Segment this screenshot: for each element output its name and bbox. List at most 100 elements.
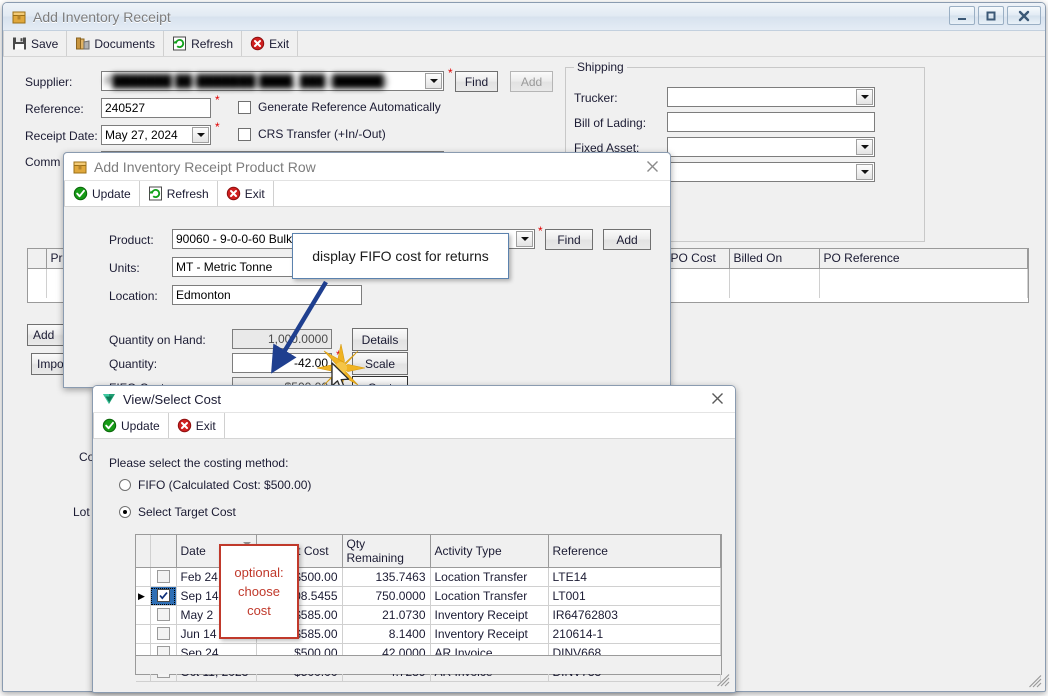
crs-transfer-checkbox-row[interactable]: CRS Transfer (+In/-Out): [238, 127, 386, 141]
cost-col-date-label: Date: [180, 544, 206, 558]
row-reference: IR64762803: [548, 605, 721, 625]
cost-col-reference[interactable]: Reference: [548, 535, 721, 568]
red-callout-line-2: choose: [238, 584, 280, 599]
main-window-toolbar: Save Documents Refresh Exit: [3, 31, 1045, 57]
grid-col-selector[interactable]: [28, 249, 47, 269]
row-checkbox-cell[interactable]: [150, 624, 177, 644]
cost-window-close-button[interactable]: [710, 391, 725, 409]
row-activity-type: Inventory Receipt: [430, 605, 549, 625]
chevron-down-icon[interactable]: [192, 127, 209, 143]
select-target-cost-radio-row[interactable]: Select Target Cost: [119, 505, 236, 519]
row-checkbox[interactable]: [156, 570, 170, 583]
supplier-add-button[interactable]: Add: [510, 71, 553, 92]
cost-exit-button[interactable]: Exit: [169, 413, 225, 438]
row-checkbox[interactable]: [156, 589, 170, 602]
screen-root: Add Inventory Receipt Save Documents Ref…: [0, 0, 1048, 696]
chevron-down-icon[interactable]: [856, 164, 873, 180]
save-floppy-icon: [12, 36, 27, 51]
cost-update-button[interactable]: Update: [93, 413, 169, 438]
refresh-label: Refresh: [191, 36, 234, 51]
cost-update-label: Update: [121, 418, 160, 433]
fifo-radio-label: FIFO (Calculated Cost: $500.00): [138, 478, 312, 492]
generate-reference-checkbox-row[interactable]: Generate Reference Automatically: [238, 100, 441, 114]
main-window-titlebar[interactable]: Add Inventory Receipt: [3, 3, 1045, 31]
generate-reference-checkbox[interactable]: [238, 100, 251, 114]
crs-transfer-label: CRS Transfer (+In/-Out): [258, 127, 386, 141]
cost-window-toolbar: Update Exit: [93, 413, 735, 439]
shipping-extra-input[interactable]: [667, 162, 875, 182]
location-input[interactable]: Edmonton: [172, 285, 362, 305]
select-target-cost-label: Select Target Cost: [138, 505, 236, 519]
main-window-resize-grip[interactable]: [1029, 675, 1042, 688]
close-button[interactable]: [1007, 6, 1041, 25]
cost-col-activity-type[interactable]: Activity Type: [430, 535, 549, 568]
quantity-input[interactable]: -42.00: [232, 353, 332, 373]
scale-button[interactable]: Scale: [352, 352, 408, 375]
reference-input[interactable]: 240527: [101, 98, 211, 118]
units-label: Units:: [109, 261, 140, 275]
product-row-exit-button[interactable]: Exit: [218, 181, 274, 206]
product-add-button[interactable]: Add: [603, 229, 651, 250]
save-button[interactable]: Save: [3, 31, 68, 56]
maximize-button[interactable]: [978, 6, 1004, 25]
fifo-radio[interactable]: [119, 479, 131, 491]
chevron-down-icon[interactable]: [856, 139, 873, 155]
fifo-radio-row[interactable]: FIFO (Calculated Cost: $500.00): [119, 478, 311, 492]
supplier-value: F███████ ██-███████ ████, ███ (██████): [105, 74, 388, 88]
teal-triangle-logo-icon: [101, 391, 117, 407]
product-find-button[interactable]: Find: [545, 229, 593, 250]
cost-window-resize-grip[interactable]: [717, 674, 730, 687]
row-checkbox-cell[interactable]: [150, 567, 177, 587]
product-row-close-button[interactable]: [645, 159, 660, 177]
row-checkbox[interactable]: [156, 608, 170, 621]
red-callout-line-3: cost: [247, 603, 271, 618]
exit-button[interactable]: Exit: [242, 31, 299, 56]
product-row-update-button[interactable]: Update: [64, 181, 140, 206]
product-row-refresh-label: Refresh: [166, 186, 209, 201]
details-button[interactable]: Details: [352, 328, 408, 351]
row-checkbox-cell[interactable]: [150, 605, 177, 625]
bill-of-lading-input[interactable]: [667, 112, 875, 132]
costing-method-prompt: Please select the costing method:: [109, 456, 289, 470]
supplier-find-button[interactable]: Find: [455, 71, 498, 92]
row-reference: LTE14: [548, 567, 721, 587]
product-row-titlebar[interactable]: Add Inventory Receipt Product Row: [64, 153, 670, 181]
row-checkbox-cell[interactable]: [150, 586, 177, 606]
chevron-down-icon[interactable]: [425, 73, 442, 89]
quantity-required-mark: *: [336, 348, 341, 362]
blue-annotation-callout: display FIFO cost for returns: [292, 233, 509, 279]
cost-window-titlebar[interactable]: View/Select Cost: [93, 386, 735, 413]
inventory-box-icon: [11, 9, 27, 25]
cost-col-qty-remaining[interactable]: Qty Remaining: [342, 535, 431, 568]
grid-col-billed-on[interactable]: Billed On: [729, 249, 820, 269]
row-activity-type: Location Transfer: [430, 567, 549, 587]
cost-window-body: Please select the costing method: FIFO (…: [93, 440, 735, 692]
fixed-asset-input[interactable]: [667, 137, 875, 157]
bill-of-lading-label: Bill of Lading:: [574, 116, 647, 130]
update-check-icon: [73, 186, 88, 201]
chevron-down-icon[interactable]: [856, 89, 873, 105]
row-checkbox[interactable]: [156, 627, 170, 640]
cost-col-checkbox[interactable]: [150, 535, 177, 568]
row-indicator: [136, 605, 151, 625]
row-indicator: ▶: [136, 586, 151, 606]
product-row-exit-label: Exit: [244, 186, 265, 201]
row-activity-type: Inventory Receipt: [430, 624, 549, 644]
supplier-input[interactable]: F███████ ██-███████ ████, ███ (██████): [101, 71, 444, 91]
fifo-cost-required-mark: *: [336, 372, 341, 386]
documents-button[interactable]: Documents: [67, 31, 165, 56]
receipt-date-input[interactable]: May 27, 2024: [101, 125, 211, 145]
chevron-down-icon[interactable]: [516, 231, 533, 247]
crs-transfer-checkbox[interactable]: [238, 127, 251, 141]
update-check-icon: [102, 418, 117, 433]
product-row-refresh-button[interactable]: Refresh: [140, 181, 218, 206]
trucker-input[interactable]: [667, 87, 875, 107]
grid-col-po-cost[interactable]: PO Cost: [666, 249, 730, 269]
refresh-button[interactable]: Refresh: [164, 31, 243, 56]
minimize-button[interactable]: [949, 6, 975, 25]
row-qty-remaining: 750.0000: [342, 586, 431, 606]
grid-col-po-reference[interactable]: PO Reference: [819, 249, 1028, 269]
select-target-cost-radio[interactable]: [119, 506, 131, 518]
receipt-date-label: Receipt Date:: [25, 129, 98, 143]
receipt-date-value: May 27, 2024: [105, 128, 178, 142]
